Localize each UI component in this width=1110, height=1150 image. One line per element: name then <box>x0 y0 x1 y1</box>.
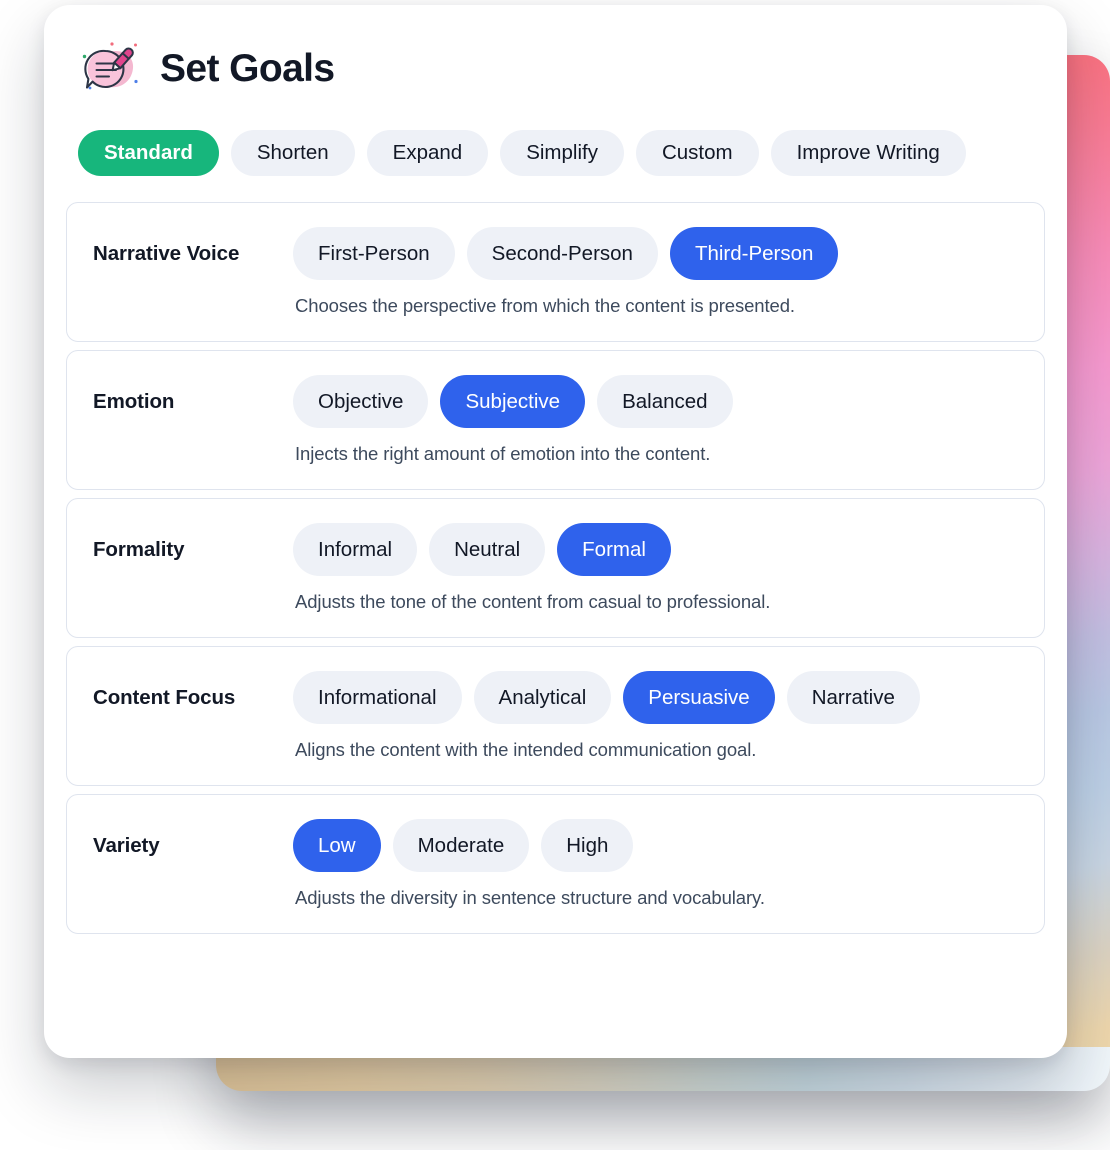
option-objective[interactable]: Objective <box>293 375 429 428</box>
tab-expand[interactable]: Expand <box>366 130 489 176</box>
setting-description-content-focus: Aligns the content with the intended com… <box>295 739 757 760</box>
option-moderate[interactable]: Moderate <box>392 819 530 872</box>
setting-description-emotion: Injects the right amount of emotion into… <box>295 443 711 464</box>
option-informal[interactable]: Informal <box>293 523 418 576</box>
option-neutral[interactable]: Neutral <box>429 523 546 576</box>
setting-card-content-focus: Content Focus Informational Analytical P… <box>66 646 1045 786</box>
speech-bubble-pen-icon <box>78 36 142 100</box>
screenshot-root: Set Goals Standard Shorten Expand Simpli… <box>0 0 1110 1150</box>
setting-row: Content Focus Informational Analytical P… <box>93 671 1018 724</box>
setting-card-emotion: Emotion Objective Subjective Balanced In… <box>66 350 1045 490</box>
setting-row: Narrative Voice First-Person Second-Pers… <box>93 227 1018 280</box>
option-third-person[interactable]: Third-Person <box>669 227 839 280</box>
option-group-narrative-voice: First-Person Second-Person Third-Person <box>293 227 839 280</box>
option-subjective[interactable]: Subjective <box>440 375 586 428</box>
setting-label-content-focus: Content Focus <box>93 685 236 709</box>
setting-row: Emotion Objective Subjective Balanced <box>93 375 1018 428</box>
option-analytical[interactable]: Analytical <box>473 671 612 724</box>
panel-header: Set Goals <box>66 36 1045 100</box>
setting-description-variety: Adjusts the diversity in sentence struct… <box>295 887 765 908</box>
option-second-person[interactable]: Second-Person <box>466 227 658 280</box>
option-first-person[interactable]: First-Person <box>293 227 455 280</box>
option-group-variety: Low Moderate High <box>293 819 634 872</box>
page-title: Set Goals <box>160 46 335 90</box>
setting-label-emotion: Emotion <box>93 389 175 413</box>
tab-simplify[interactable]: Simplify <box>500 130 624 176</box>
option-informational[interactable]: Informational <box>293 671 462 724</box>
goal-mode-tabs: Standard Shorten Expand Simplify Custom … <box>66 130 1045 176</box>
setting-label-variety: Variety <box>93 833 160 857</box>
setting-card-narrative-voice: Narrative Voice First-Person Second-Pers… <box>66 202 1045 342</box>
option-group-emotion: Objective Subjective Balanced <box>293 375 733 428</box>
setting-label-formality: Formality <box>93 537 185 561</box>
option-group-content-focus: Informational Analytical Persuasive Narr… <box>293 671 920 724</box>
set-goals-panel: Set Goals Standard Shorten Expand Simpli… <box>44 5 1067 1058</box>
setting-row: Variety Low Moderate High <box>93 819 1018 872</box>
option-narrative[interactable]: Narrative <box>786 671 920 724</box>
option-formal[interactable]: Formal <box>557 523 671 576</box>
option-balanced[interactable]: Balanced <box>597 375 733 428</box>
option-persuasive[interactable]: Persuasive <box>623 671 775 724</box>
option-high[interactable]: High <box>541 819 634 872</box>
option-group-formality: Informal Neutral Formal <box>293 523 671 576</box>
setting-description-formality: Adjusts the tone of the content from cas… <box>295 591 771 612</box>
settings-list: Narrative Voice First-Person Second-Pers… <box>66 202 1045 934</box>
setting-label-narrative-voice: Narrative Voice <box>93 241 240 265</box>
setting-description-narrative-voice: Chooses the perspective from which the c… <box>295 295 795 316</box>
setting-card-variety: Variety Low Moderate High Adjusts the di… <box>66 794 1045 934</box>
tab-standard[interactable]: Standard <box>78 130 219 176</box>
setting-row: Formality Informal Neutral Formal <box>93 523 1018 576</box>
tab-shorten[interactable]: Shorten <box>230 130 355 176</box>
tab-custom[interactable]: Custom <box>635 130 759 176</box>
setting-card-formality: Formality Informal Neutral Formal Adjust… <box>66 498 1045 638</box>
option-low[interactable]: Low <box>293 819 381 872</box>
tab-improve-writing[interactable]: Improve Writing <box>770 130 966 176</box>
